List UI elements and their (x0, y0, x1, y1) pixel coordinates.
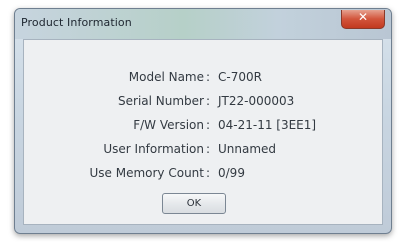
model-name-separator: : (206, 70, 211, 84)
close-icon: ✕ (357, 10, 369, 24)
close-button[interactable]: ✕ (341, 10, 385, 29)
use-memory-count-separator: : (206, 166, 211, 180)
user-information-value: Unnamed (218, 142, 277, 156)
serial-number-value: JT22-000003 (218, 94, 295, 108)
product-info-dialog: Product Information ✕ Model Name : C-700… (14, 8, 392, 234)
fw-version-value: 04-21-11 [3EE1] (218, 118, 317, 132)
fw-version-separator: : (206, 118, 211, 132)
user-information-row: User Information : Unnamed (24, 142, 382, 160)
serial-number-separator: : (206, 94, 211, 108)
user-information-label: User Information (103, 142, 204, 156)
serial-number-row: Serial Number : JT22-000003 (24, 94, 382, 112)
model-name-value: C-700R (218, 70, 262, 84)
ok-button[interactable]: OK (162, 193, 226, 214)
fw-version-label: F/W Version (133, 118, 204, 132)
model-name-label: Model Name (128, 70, 204, 84)
use-memory-count-row: Use Memory Count : 0/99 (24, 166, 382, 184)
serial-number-label: Serial Number (118, 94, 204, 108)
fw-version-row: F/W Version : 04-21-11 [3EE1] (24, 118, 382, 136)
model-name-row: Model Name : C-700R (24, 70, 382, 88)
use-memory-count-label: Use Memory Count (89, 166, 205, 180)
dialog-body: Model Name : C-700R Serial Number : JT22… (23, 39, 383, 225)
use-memory-count-value: 0/99 (218, 166, 245, 180)
title-bar[interactable]: Product Information ✕ (15, 9, 391, 39)
user-information-separator: : (206, 142, 211, 156)
dialog-title: Product Information (21, 16, 132, 29)
